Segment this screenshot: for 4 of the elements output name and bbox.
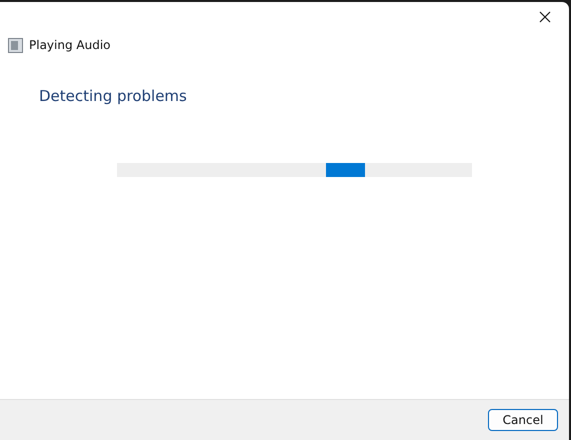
status-heading: Detecting problems [39,87,188,105]
window-title: Playing Audio [29,38,111,52]
cancel-button[interactable]: Cancel [488,409,558,431]
close-icon [539,11,551,23]
